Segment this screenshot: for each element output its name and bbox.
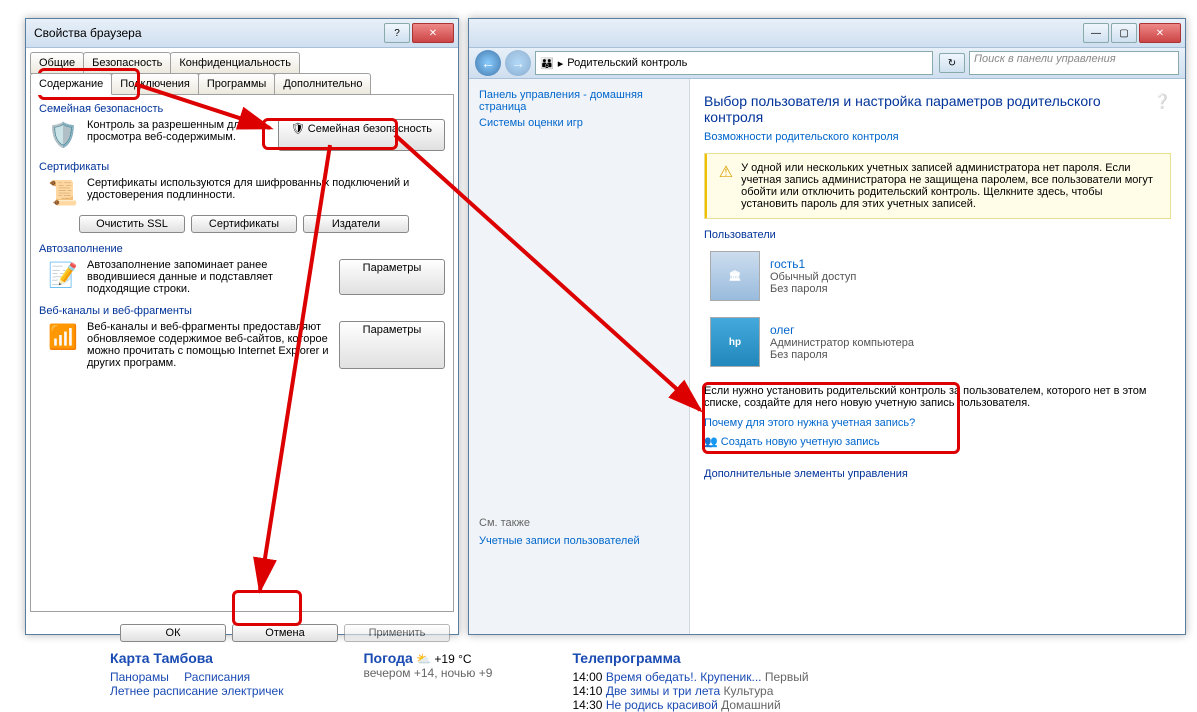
- user-oleg[interactable]: hp олег Администратор компьютера Без пар…: [704, 311, 1171, 373]
- address-bar: ← → 👪 ▸ Родительский контроль ↻ Поиск в …: [469, 48, 1185, 79]
- user1-type: Обычный доступ: [770, 271, 856, 283]
- breadcrumb[interactable]: 👪 ▸ Родительский контроль: [535, 51, 933, 75]
- map-panoramas-link[interactable]: Панорамы: [110, 670, 169, 684]
- see-also-label: См. также: [479, 517, 679, 529]
- user2-pw: Без пароля: [770, 349, 914, 361]
- group-family-title: Семейная безопасность: [39, 103, 445, 115]
- portal-weather: Погода ⛅ +19 °C вечером +14, ночью +9: [363, 650, 492, 712]
- feeds-icon: 📶: [47, 321, 79, 353]
- weather-later: вечером +14, ночью +9: [363, 666, 492, 680]
- titlebar2: — ▢ ✕: [469, 19, 1185, 48]
- dialog-title: Свойства браузера: [34, 26, 382, 40]
- portal-strip: Карта Тамбова Панорамы Расписания Летнее…: [110, 650, 1157, 712]
- user1-name: гость1: [770, 257, 856, 271]
- group-cert-title: Сертификаты: [39, 161, 445, 173]
- sidebar-main-link[interactable]: Панель управления - домашняя страница: [479, 89, 679, 113]
- tv-item1-link[interactable]: Время обедать!. Крупеник...: [606, 670, 762, 684]
- cert-text: Сертификаты используются для шифрованных…: [87, 177, 445, 209]
- extra-label: Дополнительные элементы управления: [704, 468, 1171, 480]
- tv-title-link[interactable]: Телепрограмма: [572, 650, 680, 666]
- note-text: Если нужно установить родительский контр…: [704, 385, 1171, 409]
- refresh-button[interactable]: ↻: [939, 53, 965, 73]
- tab-panel: Семейная безопасность 🛡️ Контроль за раз…: [30, 94, 454, 612]
- breadcrumb-text: Родительский контроль: [567, 57, 687, 69]
- weather-title-link[interactable]: Погода: [363, 650, 412, 666]
- maximize-button[interactable]: ▢: [1111, 23, 1137, 43]
- tab-programs[interactable]: Программы: [198, 73, 275, 95]
- tv-item3-link[interactable]: Не родись красивой: [606, 698, 718, 712]
- capabilities-link[interactable]: Возможности родительского контроля: [704, 131, 899, 143]
- help-icon[interactable]: ❔: [1154, 93, 1171, 110]
- tab-advanced[interactable]: Дополнительно: [274, 73, 371, 95]
- avatar-oleg: hp: [710, 317, 760, 367]
- user-guest1[interactable]: 🏛 гость1 Обычный доступ Без пароля: [704, 245, 1171, 307]
- user2-type: Администратор компьютера: [770, 337, 914, 349]
- search-input[interactable]: Поиск в панели управления: [969, 51, 1179, 75]
- parental-control-window: — ▢ ✕ ← → 👪 ▸ Родительский контроль ↻ По…: [468, 18, 1186, 635]
- weather-icon: ⛅: [416, 652, 434, 666]
- tv-item2-link[interactable]: Две зимы и три лета: [606, 684, 720, 698]
- user1-pw: Без пароля: [770, 283, 856, 295]
- tab-privacy[interactable]: Конфиденциальность: [170, 52, 300, 74]
- map-schedules-link[interactable]: Расписания: [184, 670, 250, 684]
- certificates-button[interactable]: Сертификаты: [191, 215, 297, 233]
- warning-text: У одной или нескольких учетных записей а…: [741, 162, 1162, 210]
- autocomplete-text: Автозаполнение запоминает ранее вводивши…: [87, 259, 331, 295]
- weather-now: +19 °C: [434, 652, 471, 666]
- clear-ssl-button[interactable]: Очистить SSL: [79, 215, 185, 233]
- portal-map: Карта Тамбова Панорамы Расписания Летнее…: [110, 650, 283, 712]
- dialog-footer: ОК Отмена Применить: [26, 616, 458, 650]
- minimize-button[interactable]: —: [1083, 23, 1109, 43]
- portal-tv: Телепрограмма 14:00 Время обедать!. Круп…: [572, 650, 808, 712]
- warning-icon: ⚠: [719, 162, 733, 210]
- autocomplete-params-button[interactable]: Параметры: [339, 259, 445, 295]
- cancel-button[interactable]: Отмена: [232, 624, 338, 642]
- user2-name: олег: [770, 323, 914, 337]
- main-content: ❔ Выбор пользователя и настройка парамет…: [690, 79, 1185, 634]
- cert-icon: 📜: [47, 177, 79, 209]
- why-link[interactable]: Почему для этого нужна учетная запись?: [704, 417, 915, 429]
- publishers-button[interactable]: Издатели: [303, 215, 409, 233]
- sidebar-rating-link[interactable]: Системы оценки игр: [479, 117, 679, 129]
- tab-security[interactable]: Безопасность: [83, 52, 171, 74]
- tab-content[interactable]: Содержание: [30, 73, 112, 95]
- tab-general[interactable]: Общие: [30, 52, 84, 74]
- close-button[interactable]: ✕: [412, 23, 454, 43]
- folder-icon: 👪: [540, 57, 554, 70]
- warning-box[interactable]: ⚠ У одной или нескольких учетных записей…: [704, 153, 1171, 219]
- group-autocomplete-title: Автозаполнение: [39, 243, 445, 255]
- titlebar: Свойства браузера ? ✕: [26, 19, 458, 48]
- tab-strip: Общие Безопасность Конфиденциальность Со…: [26, 48, 458, 94]
- family-text: Контроль за разрешенным для просмотра ве…: [87, 119, 270, 151]
- forward-button[interactable]: →: [505, 50, 531, 76]
- sidebar-accounts-link[interactable]: Учетные записи пользователей: [479, 535, 679, 547]
- internet-options-dialog: Свойства браузера ? ✕ Общие Безопасность…: [25, 18, 459, 635]
- group-feeds-title: Веб-каналы и веб-фрагменты: [39, 305, 445, 317]
- autocomplete-icon: 📝: [47, 259, 79, 291]
- help-button[interactable]: ?: [384, 23, 410, 43]
- apply-button[interactable]: Применить: [344, 624, 450, 642]
- feeds-params-button[interactable]: Параметры: [339, 321, 445, 369]
- close-button-2[interactable]: ✕: [1139, 23, 1181, 43]
- create-account-link[interactable]: Создать новую учетную запись: [721, 436, 880, 448]
- family-icon: 🛡️: [47, 119, 79, 151]
- map-title-link[interactable]: Карта Тамбова: [110, 650, 213, 666]
- users-label: Пользователи: [704, 229, 1171, 241]
- family-safety-button[interactable]: 🛡 Семейная безопасность: [278, 119, 445, 151]
- back-button[interactable]: ←: [475, 50, 501, 76]
- page-title: Выбор пользователя и настройка параметро…: [704, 93, 1171, 125]
- avatar-guest1: 🏛: [710, 251, 760, 301]
- ok-button[interactable]: ОК: [120, 624, 226, 642]
- map-trains-link[interactable]: Летнее расписание электричек: [110, 684, 283, 698]
- feeds-text: Веб-каналы и веб-фрагменты предоставляют…: [87, 321, 331, 369]
- sidebar: Панель управления - домашняя страница Си…: [469, 79, 690, 634]
- tab-connections[interactable]: Подключения: [111, 73, 199, 95]
